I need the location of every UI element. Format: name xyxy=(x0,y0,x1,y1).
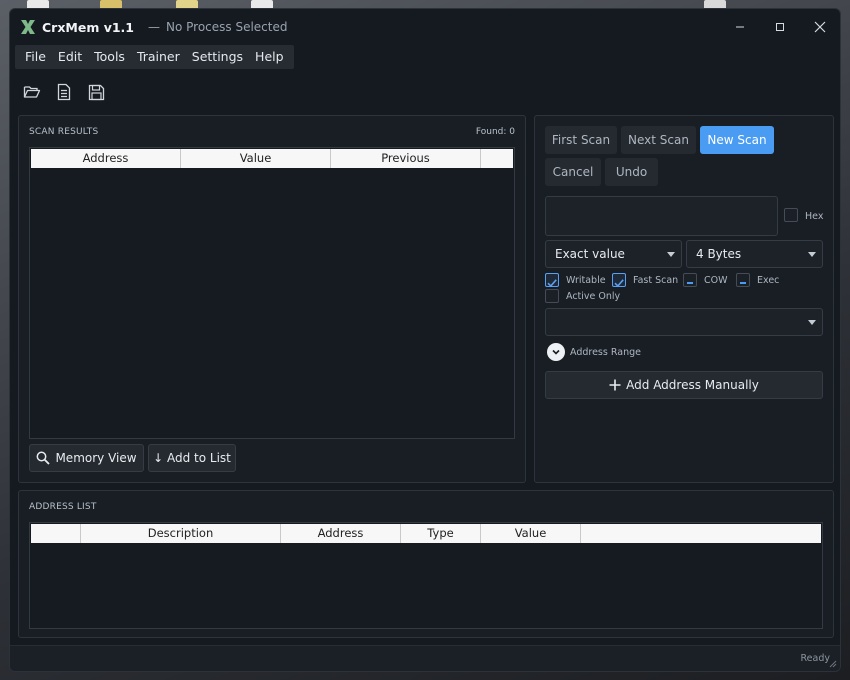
menu-tools[interactable]: Tools xyxy=(88,45,131,69)
resize-grip-icon[interactable] xyxy=(827,658,837,668)
chevron-down-icon xyxy=(667,252,675,257)
hex-checkbox[interactable] xyxy=(784,208,798,222)
module-select[interactable] xyxy=(545,308,823,336)
save-icon xyxy=(88,84,104,100)
exec-label: Exec xyxy=(757,275,780,286)
new-scan-button[interactable]: New Scan xyxy=(700,126,774,154)
column-active[interactable] xyxy=(31,524,81,543)
scan-type-select[interactable]: Exact value xyxy=(545,240,682,268)
menu-trainer[interactable]: Trainer xyxy=(131,45,186,69)
scan-value-input[interactable] xyxy=(545,196,778,236)
column-filler xyxy=(481,149,510,168)
cancel-button[interactable]: Cancel xyxy=(545,158,601,186)
first-scan-button[interactable]: First Scan xyxy=(545,126,617,154)
maximize-icon xyxy=(776,23,784,31)
address-list-table[interactable]: Description Address Type Value xyxy=(29,522,823,629)
window-controls xyxy=(720,9,840,45)
close-icon xyxy=(814,21,826,33)
add-address-manually-button[interactable]: Add Address Manually xyxy=(545,371,823,399)
address-range-toggle[interactable] xyxy=(547,343,565,361)
column-previous[interactable]: Previous xyxy=(331,149,481,168)
writable-label: Writable xyxy=(566,275,606,286)
found-count: Found: 0 xyxy=(475,127,515,137)
column-address[interactable]: Address xyxy=(281,524,401,543)
column-description[interactable]: Description xyxy=(81,524,281,543)
next-scan-button[interactable]: Next Scan xyxy=(621,126,696,154)
column-address[interactable]: Address xyxy=(31,149,181,168)
column-filler xyxy=(581,524,821,543)
minimize-button[interactable] xyxy=(720,9,760,45)
document-icon xyxy=(57,83,71,101)
magnifier-icon xyxy=(37,451,51,465)
maximize-button[interactable] xyxy=(760,9,800,45)
address-list-panel: ADDRESS LIST Description Address Type Va… xyxy=(18,490,834,638)
app-logo-icon xyxy=(21,20,35,34)
column-value[interactable]: Value xyxy=(181,149,331,168)
scan-results-title: SCAN RESULTS xyxy=(29,127,99,137)
column-value[interactable]: Value xyxy=(481,524,581,543)
scan-type-value: Exact value xyxy=(555,247,625,261)
scan-results-table[interactable]: Address Value Previous xyxy=(29,147,515,439)
toolbar xyxy=(10,75,840,109)
open-button[interactable] xyxy=(22,82,42,102)
menu-help[interactable]: Help xyxy=(249,45,290,69)
value-type-select[interactable]: 4 Bytes xyxy=(686,240,823,268)
minimize-icon xyxy=(736,26,744,28)
menu-bar: File Edit Tools Trainer Settings Help xyxy=(15,45,294,69)
chevron-down-icon xyxy=(808,320,816,325)
folder-open-icon xyxy=(23,86,41,98)
status-bar: Ready xyxy=(10,645,840,671)
checkmark-icon xyxy=(614,279,624,288)
active-only-checkbox[interactable] xyxy=(545,289,559,303)
scan-results-panel: SCAN RESULTS Found: 0 Address Value Prev… xyxy=(18,115,526,483)
menu-file[interactable]: File xyxy=(19,45,52,69)
exec-checkbox[interactable] xyxy=(736,273,750,287)
app-title: CrxMem v1.1 xyxy=(42,19,134,35)
fast-scan-checkbox[interactable] xyxy=(612,273,626,288)
writable-checkbox[interactable] xyxy=(545,273,559,288)
checkmark-icon xyxy=(547,279,557,288)
undo-button[interactable]: Undo xyxy=(605,158,658,186)
chevron-down-icon xyxy=(808,252,816,257)
address-range-label: Address Range xyxy=(570,347,641,358)
cow-label: COW xyxy=(704,275,728,286)
save-button[interactable] xyxy=(86,82,106,102)
cow-checkbox[interactable] xyxy=(683,273,697,287)
column-type[interactable]: Type xyxy=(401,524,481,543)
title-bar: CrxMem v1.1 — No Process Selected xyxy=(10,9,840,45)
fast-scan-label: Fast Scan xyxy=(633,275,679,286)
close-button[interactable] xyxy=(800,9,840,45)
table-header: Address Value Previous xyxy=(31,149,513,168)
chevron-down-icon xyxy=(552,349,560,355)
add-address-manually-label: Add Address Manually xyxy=(626,378,759,392)
new-document-button[interactable] xyxy=(54,82,74,102)
status-text: Ready xyxy=(800,653,831,664)
add-to-list-label: ↓ Add to List xyxy=(153,451,231,465)
add-to-list-button[interactable]: ↓ Add to List xyxy=(148,444,236,472)
address-list-title: ADDRESS LIST xyxy=(29,502,97,512)
plus-icon xyxy=(609,379,621,391)
app-window: CrxMem v1.1 — No Process Selected File E… xyxy=(9,8,841,672)
table-header: Description Address Type Value xyxy=(31,524,821,543)
memory-view-label: Memory View xyxy=(55,451,137,465)
hex-label: Hex xyxy=(805,211,824,222)
value-type-value: 4 Bytes xyxy=(696,247,742,261)
title-separator: — xyxy=(148,20,160,34)
menu-settings[interactable]: Settings xyxy=(186,45,249,69)
menu-edit[interactable]: Edit xyxy=(52,45,88,69)
scan-controls-panel: First Scan Next Scan New Scan Cancel Und… xyxy=(534,115,834,483)
process-name: No Process Selected xyxy=(166,20,288,34)
memory-view-button[interactable]: Memory View xyxy=(29,444,144,472)
active-only-label: Active Only xyxy=(566,291,621,302)
